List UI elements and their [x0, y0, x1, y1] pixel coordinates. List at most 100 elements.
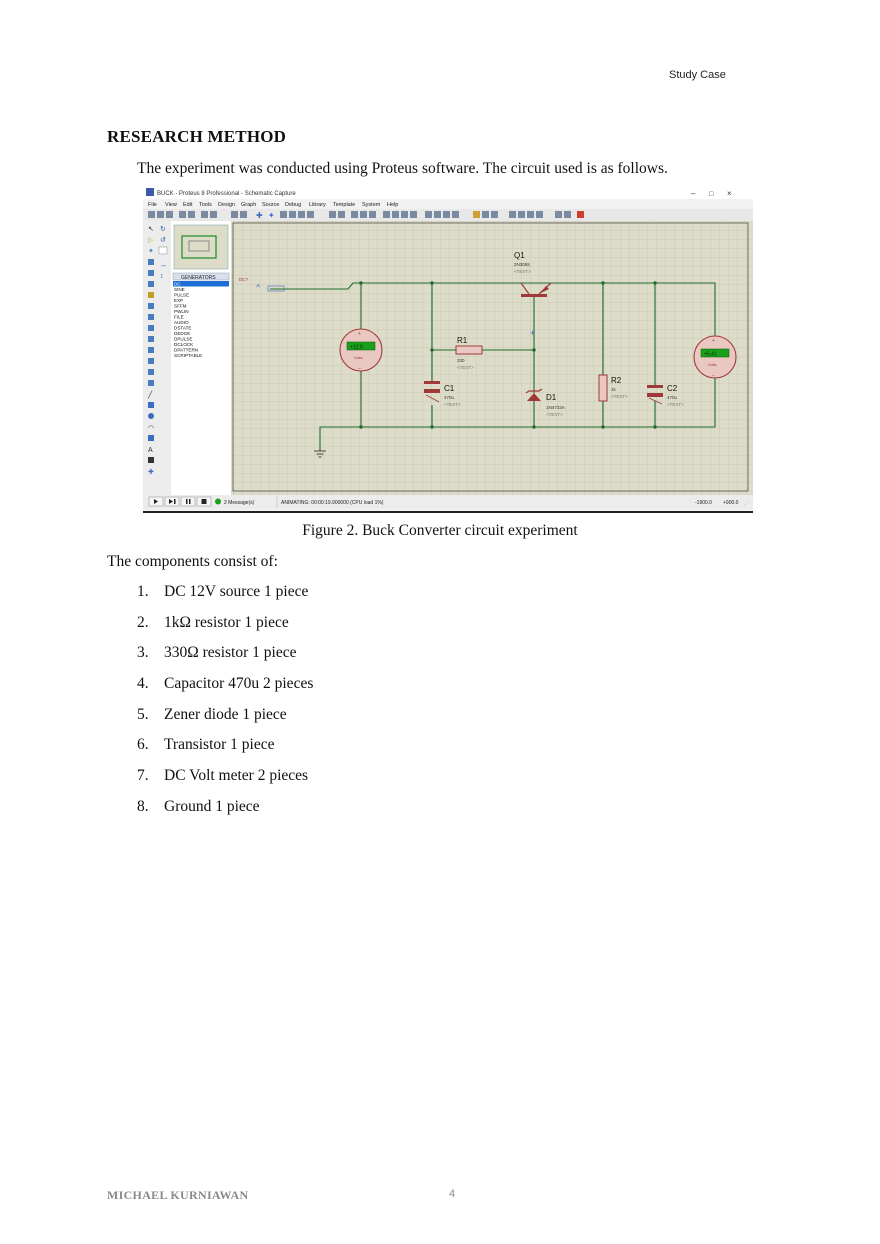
- generator-item-exp[interactable]: EXP: [174, 298, 183, 303]
- refresh-icon[interactable]: [231, 211, 238, 218]
- pick-device-icon[interactable]: [425, 211, 432, 218]
- terminals-icon[interactable]: [148, 303, 154, 309]
- marker-icon[interactable]: ✚: [148, 468, 154, 476]
- generator-item-dedge[interactable]: DEDGE: [174, 331, 190, 336]
- erc-icon[interactable]: [564, 211, 571, 218]
- text-script-icon[interactable]: [148, 270, 154, 276]
- device-pins-icon[interactable]: [148, 314, 154, 320]
- rotation-input[interactable]: [158, 246, 168, 255]
- mirror-y-icon[interactable]: ↕: [160, 273, 164, 280]
- status-messages[interactable]: 2 Message(s): [224, 500, 255, 506]
- generator-item-pulse[interactable]: PULSE: [174, 293, 189, 298]
- area-icon[interactable]: [210, 211, 217, 218]
- make-device-icon[interactable]: [434, 211, 441, 218]
- box-icon[interactable]: [148, 402, 154, 408]
- virtual-instruments-icon[interactable]: [148, 380, 154, 386]
- menu-source[interactable]: Source: [262, 202, 279, 208]
- import-icon[interactable]: [179, 211, 186, 218]
- zoom-in-icon[interactable]: [280, 211, 287, 218]
- menu-graph[interactable]: Graph: [241, 202, 256, 208]
- copy-icon[interactable]: [360, 211, 367, 218]
- block-move-icon[interactable]: [392, 211, 399, 218]
- pause-button[interactable]: [180, 496, 196, 507]
- pcb-layout-icon[interactable]: [577, 211, 584, 218]
- mirror-x-icon[interactable]: ↔: [160, 262, 167, 269]
- menu-template[interactable]: Template: [333, 202, 355, 208]
- tape-recorder-icon[interactable]: [148, 336, 154, 342]
- menu-file[interactable]: File: [148, 202, 157, 208]
- minimize-icon[interactable]: –: [691, 189, 696, 198]
- child-sheet-icon[interactable]: [536, 211, 543, 218]
- generator-item-scriptable[interactable]: SCRIPTABLE: [174, 353, 202, 358]
- new-icon[interactable]: [148, 211, 155, 218]
- bom-icon[interactable]: [555, 211, 562, 218]
- wire-label-icon[interactable]: [148, 259, 154, 265]
- dc-voltmeter-2[interactable]: +5.41 Volts + −: [693, 335, 737, 379]
- arc-icon[interactable]: ◠: [148, 425, 154, 432]
- generator-item-sine[interactable]: SINE: [174, 287, 185, 292]
- generator-item-dpattern[interactable]: DPATTERN: [174, 348, 198, 353]
- block-copy-icon[interactable]: [383, 211, 390, 218]
- paste-icon[interactable]: [369, 211, 376, 218]
- buses-icon[interactable]: [148, 281, 154, 287]
- voltage-probe-icon[interactable]: [148, 358, 154, 364]
- block-delete-icon[interactable]: [410, 211, 417, 218]
- circle-icon[interactable]: [148, 413, 154, 419]
- sub-circuit-icon[interactable]: [148, 292, 154, 298]
- menu-tools[interactable]: Tools: [199, 202, 212, 208]
- cut-icon[interactable]: [351, 211, 358, 218]
- grid-icon[interactable]: [240, 211, 247, 218]
- resize-grip-icon[interactable]: ⋰: [744, 500, 749, 506]
- print-icon[interactable]: [201, 211, 208, 218]
- pan-icon[interactable]: ✦: [268, 211, 275, 220]
- graph-mode-icon[interactable]: [148, 325, 154, 331]
- menu-help[interactable]: Help: [387, 202, 398, 208]
- redo-icon[interactable]: [338, 211, 345, 218]
- component-mode-icon[interactable]: ▷: [148, 237, 154, 244]
- menu-design[interactable]: Design: [218, 202, 235, 208]
- origin-icon[interactable]: ✚: [256, 211, 263, 220]
- wire-autorouter-icon[interactable]: [473, 211, 480, 218]
- generator-mode-icon[interactable]: [148, 347, 154, 353]
- generator-item-sffm[interactable]: SFFM: [174, 304, 187, 309]
- export-icon[interactable]: [188, 211, 195, 218]
- symbol-icon[interactable]: [148, 457, 154, 463]
- property-tool-icon[interactable]: [491, 211, 498, 218]
- zoom-all-icon[interactable]: [298, 211, 305, 218]
- zoom-area-icon[interactable]: [307, 211, 314, 218]
- save-icon[interactable]: [166, 211, 173, 218]
- menu-debug[interactable]: Debug: [285, 202, 301, 208]
- block-rotate-icon[interactable]: [401, 211, 408, 218]
- package-tool-icon[interactable]: [443, 211, 450, 218]
- generator-item-file[interactable]: FILE: [174, 315, 184, 320]
- current-probe-icon[interactable]: [148, 369, 154, 375]
- line-icon[interactable]: ╱: [147, 390, 153, 399]
- list-item-text: 1kΩ resistor 1 piece: [164, 613, 289, 631]
- new-sheet-icon[interactable]: [509, 211, 516, 218]
- search-tag-icon[interactable]: [482, 211, 489, 218]
- generator-item-dclock[interactable]: DCLOCK: [174, 342, 194, 347]
- goto-sheet-icon[interactable]: [527, 211, 534, 218]
- generator-item-dstate[interactable]: DSTATE: [174, 326, 191, 331]
- generator-item-pwlin[interactable]: PWLIN: [174, 309, 189, 314]
- junction-mode-icon[interactable]: ✦: [148, 247, 154, 255]
- menu-view[interactable]: View: [165, 202, 177, 208]
- menu-system[interactable]: System: [362, 202, 381, 208]
- zoom-out-icon[interactable]: [289, 211, 296, 218]
- close-icon[interactable]: ×: [727, 189, 732, 198]
- undo-icon[interactable]: [329, 211, 336, 218]
- text-icon[interactable]: A: [148, 447, 153, 454]
- menu-edit[interactable]: Edit: [183, 202, 193, 208]
- generator-item-dpulse[interactable]: DPULSE: [174, 337, 192, 342]
- dc-voltmeter-1[interactable]: +12.0 Volts + −: [339, 328, 383, 372]
- decompose-icon[interactable]: [452, 211, 459, 218]
- remove-sheet-icon[interactable]: [518, 211, 525, 218]
- open-icon[interactable]: [157, 211, 164, 218]
- path-icon[interactable]: [148, 435, 154, 441]
- generator-item-audio[interactable]: AUDIO: [174, 320, 189, 325]
- rotate-cw-icon[interactable]: ↻: [160, 226, 166, 233]
- selection-mode-icon[interactable]: ↖: [148, 226, 154, 233]
- generator-item-dc[interactable]: DC: [174, 282, 181, 287]
- rotate-ccw-icon[interactable]: ↺: [160, 237, 166, 244]
- menu-library[interactable]: Library: [309, 202, 326, 208]
